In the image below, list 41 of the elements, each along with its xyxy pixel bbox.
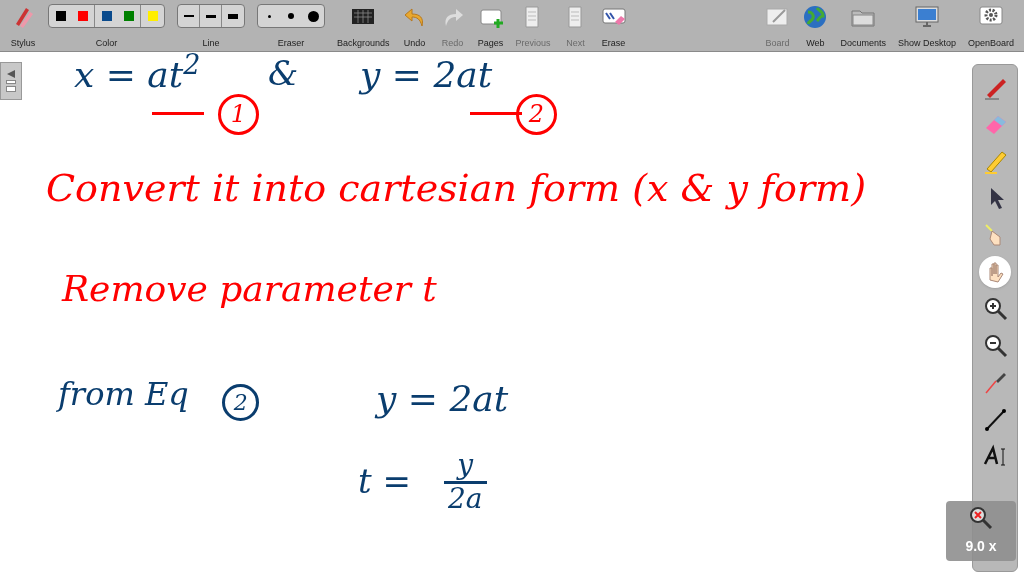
toolbar-button[interactable]: Color — [42, 0, 171, 51]
globe-icon — [802, 4, 829, 30]
handwritten-text: y = 2at — [376, 377, 509, 421]
handwritten-text: & — [268, 52, 299, 95]
zoom-in-icon — [982, 295, 1008, 323]
toolbar-button[interactable]: Undo — [395, 0, 434, 51]
toolbar-button[interactable]: Show Desktop — [891, 0, 962, 51]
arrow-icon — [6, 70, 16, 78]
toolbar-button[interactable]: Backgrounds — [331, 0, 396, 51]
handwritten-text: Convert it into cartesian form (x & y form) — [46, 165, 866, 212]
toolbar-button[interactable]: Eraser — [251, 0, 331, 51]
toolbar-button[interactable]: Line — [171, 0, 251, 51]
side-panel-tab[interactable] — [0, 62, 22, 100]
toolbar-button[interactable]: Web — [796, 0, 835, 51]
zoom-level: 9.0 x — [965, 537, 997, 556]
line-icon — [982, 406, 1008, 434]
dash-mark — [470, 112, 522, 115]
color-swatch[interactable] — [124, 11, 134, 21]
monitor-icon — [913, 4, 940, 30]
handwritten-text: Remove parameter t — [62, 267, 437, 311]
toolbar-button[interactable]: Pages — [471, 0, 510, 51]
circled-number: 2 — [516, 94, 557, 135]
toolbar-button[interactable]: OpenBoard — [961, 0, 1020, 51]
page-list-icon — [6, 80, 16, 92]
handwritten-fraction: y 2a — [444, 450, 487, 515]
color-swatch[interactable] — [147, 11, 158, 21]
zoom-out-icon — [982, 332, 1008, 360]
toolbar-button[interactable]: Erase — [594, 0, 633, 51]
circled-number: 2 — [222, 384, 260, 422]
toolbar-button[interactable]: Documents — [834, 0, 892, 51]
handwritten-text: from Eq — [58, 374, 189, 415]
handwritten-text: y = 2at — [360, 53, 493, 97]
color-swatch[interactable] — [101, 11, 112, 21]
circled-number: 1 — [218, 94, 259, 135]
handwritten-text: t = — [358, 460, 411, 503]
color-swatch[interactable] — [55, 11, 66, 21]
zoom-reset-icon[interactable] — [968, 505, 994, 529]
toolbar-button[interactable]: Stylus — [4, 0, 42, 51]
handwritten-text: x = at$^{2}$ — [74, 48, 201, 97]
color-swatch[interactable] — [78, 11, 88, 21]
dash-mark — [152, 112, 204, 115]
